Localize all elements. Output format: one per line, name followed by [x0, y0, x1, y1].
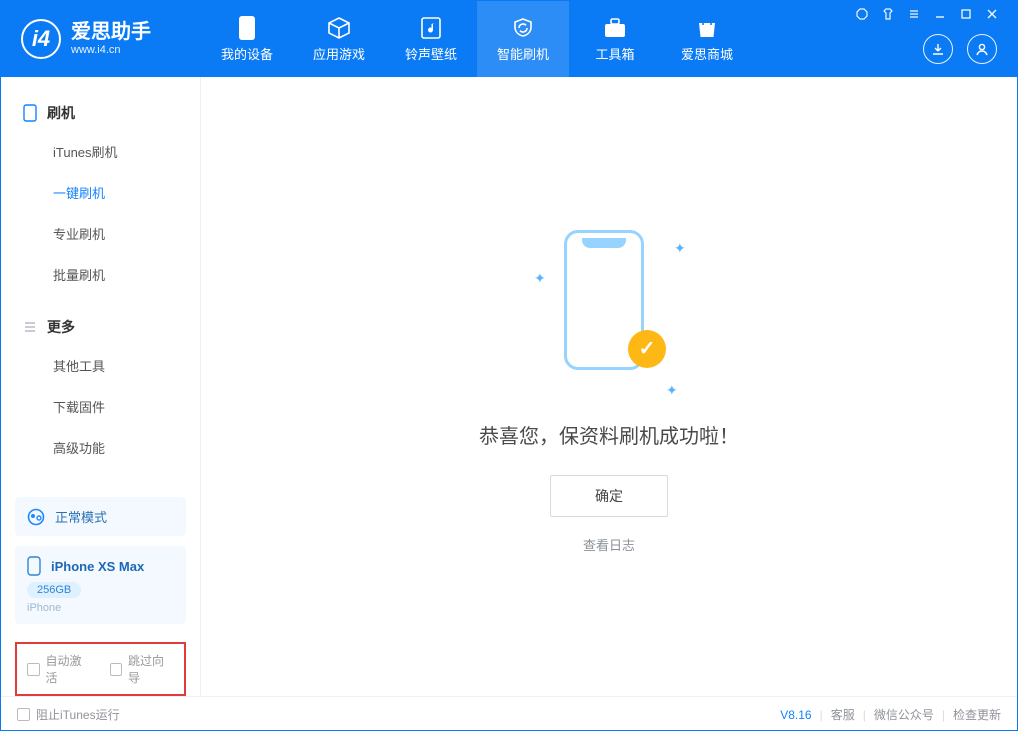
download-button[interactable]	[923, 34, 953, 64]
toolbox-icon	[603, 16, 627, 40]
device-type: iPhone	[27, 602, 174, 614]
sidebar-group-more: 更多	[1, 309, 200, 345]
phone-icon	[235, 16, 259, 40]
cube-icon	[327, 16, 351, 40]
top-nav: 我的设备 应用游戏 铃声壁纸 智能刷机 工具箱 爱思商城	[201, 1, 753, 77]
brand-url: www.i4.cn	[71, 44, 151, 57]
sidebar-item-pro-flash[interactable]: 专业刷机	[1, 213, 200, 254]
mode-label: 正常模式	[55, 507, 107, 526]
mode-icon	[27, 508, 45, 526]
nav-label: 爱思商城	[681, 44, 733, 63]
sidebar-item-batch-flash[interactable]: 批量刷机	[1, 254, 200, 295]
nav-label: 铃声壁纸	[405, 44, 457, 63]
header-right	[855, 1, 1007, 77]
nav-ringtones-wallpapers[interactable]: 铃声壁纸	[385, 1, 477, 77]
wechat-link[interactable]: 微信公众号	[874, 706, 934, 723]
music-note-icon	[419, 16, 443, 40]
minimize-icon[interactable]	[933, 7, 947, 21]
nav-smart-flash[interactable]: 智能刷机	[477, 1, 569, 77]
refresh-shield-icon	[511, 16, 535, 40]
menu-icon[interactable]	[907, 7, 921, 21]
sidebar-item-itunes-flash[interactable]: iTunes刷机	[1, 131, 200, 172]
device-name: iPhone XS Max	[51, 559, 144, 574]
sidebar-item-download-firmware[interactable]: 下载固件	[1, 386, 200, 427]
nav-store[interactable]: 爱思商城	[661, 1, 753, 77]
nav-label: 智能刷机	[497, 44, 549, 63]
nav-apps-games[interactable]: 应用游戏	[293, 1, 385, 77]
device-storage: 256GB	[27, 582, 81, 598]
version-label: V8.16	[780, 708, 811, 722]
checkbox-skip-guide[interactable]: 跳过向导	[110, 652, 175, 686]
view-log-link[interactable]: 查看日志	[583, 535, 635, 554]
window-controls	[855, 1, 1007, 21]
customer-service-link[interactable]: 客服	[831, 706, 855, 723]
list-icon	[23, 320, 37, 334]
device-icon	[23, 104, 37, 122]
check-update-link[interactable]: 检查更新	[953, 706, 1001, 723]
maximize-icon[interactable]	[959, 7, 973, 21]
main-content: ✓ 恭喜您，保资料刷机成功啦！ 确定 查看日志	[201, 77, 1017, 696]
device-small-icon	[27, 556, 41, 576]
sparkle-icon	[674, 240, 682, 248]
close-icon[interactable]	[985, 7, 999, 21]
sparkle-icon	[666, 382, 674, 390]
brand-name: 爱思助手	[71, 21, 151, 44]
sidebar: 刷机 iTunes刷机 一键刷机 专业刷机 批量刷机 更多 其他工具 下载固件 …	[1, 77, 201, 696]
sidebar-item-other-tools[interactable]: 其他工具	[1, 345, 200, 386]
highlighted-options: 自动激活 跳过向导	[15, 642, 186, 696]
shopping-bag-icon	[695, 16, 719, 40]
sidebar-group-flash: 刷机	[1, 95, 200, 131]
logo-block: i4 爱思助手 www.i4.cn	[1, 1, 201, 77]
success-illustration: ✓	[544, 220, 674, 400]
nav-label: 应用游戏	[313, 44, 365, 63]
check-badge-icon: ✓	[628, 330, 666, 368]
nav-my-device[interactable]: 我的设备	[201, 1, 293, 77]
success-message: 恭喜您，保资料刷机成功啦！	[479, 420, 739, 449]
feedback-icon[interactable]	[855, 7, 869, 21]
logo-icon: i4	[21, 19, 61, 59]
sidebar-item-oneclick-flash[interactable]: 一键刷机	[1, 172, 200, 213]
skin-icon[interactable]	[881, 7, 895, 21]
nav-toolbox[interactable]: 工具箱	[569, 1, 661, 77]
mode-status[interactable]: 正常模式	[15, 497, 186, 536]
status-bar: 阻止iTunes运行 V8.16 | 客服 | 微信公众号 | 检查更新	[1, 696, 1017, 732]
sparkle-icon	[534, 270, 542, 278]
nav-label: 我的设备	[221, 44, 273, 63]
ok-button[interactable]: 确定	[550, 475, 668, 517]
checkbox-auto-activate[interactable]: 自动激活	[27, 652, 92, 686]
device-card[interactable]: iPhone XS Max 256GB iPhone	[15, 546, 186, 624]
app-header: i4 爱思助手 www.i4.cn 我的设备 应用游戏 铃声壁纸 智能刷机 工具…	[1, 1, 1017, 77]
account-button[interactable]	[967, 34, 997, 64]
checkbox-block-itunes[interactable]: 阻止iTunes运行	[17, 706, 120, 723]
sidebar-item-advanced[interactable]: 高级功能	[1, 427, 200, 468]
nav-label: 工具箱	[595, 44, 634, 63]
